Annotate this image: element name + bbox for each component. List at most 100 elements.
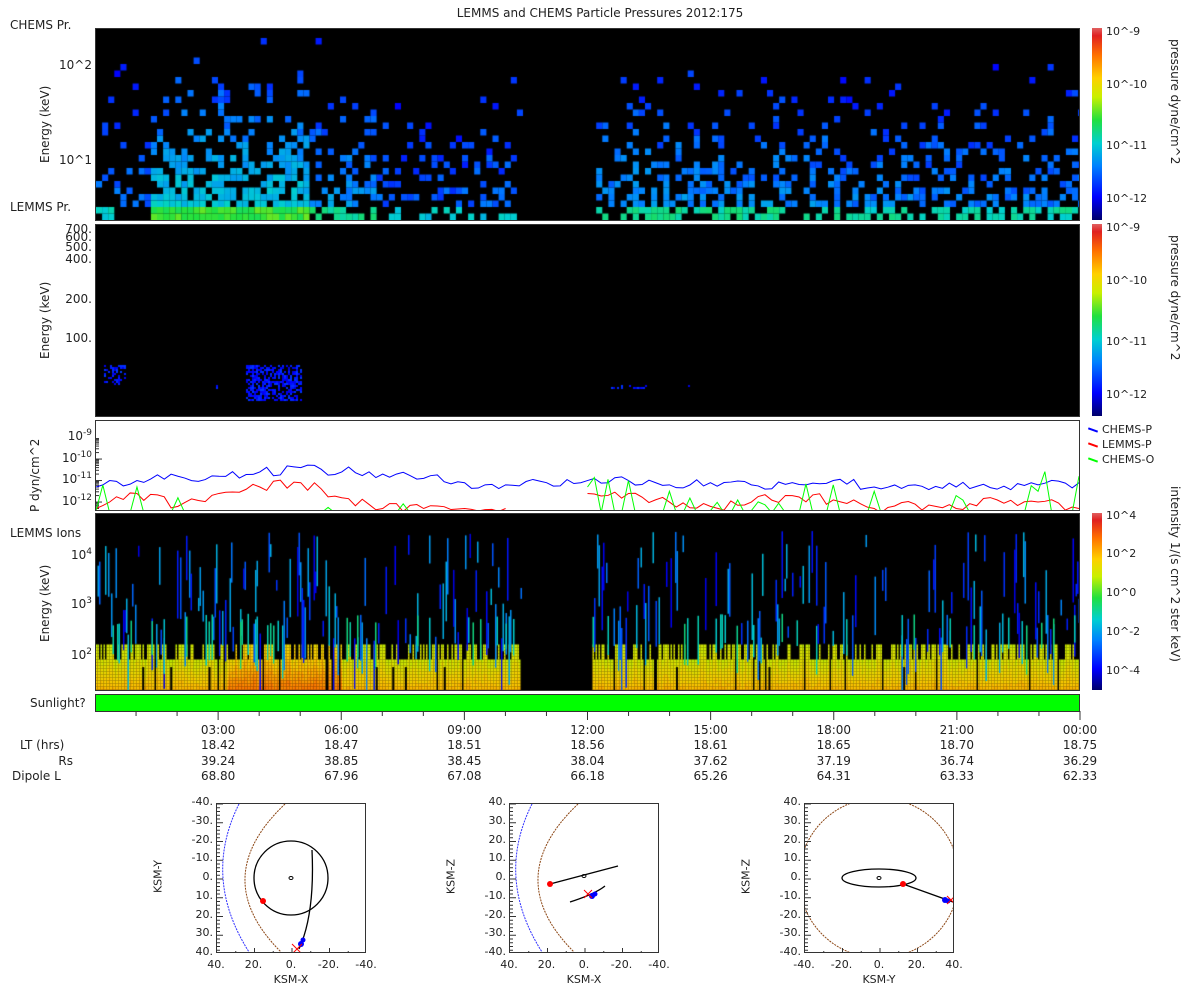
sunlight-bar	[95, 694, 1080, 712]
y-tick: 103	[70, 596, 92, 611]
row-value: 39.24	[200, 753, 236, 768]
orbit-x-label: KSM-X	[566, 973, 602, 986]
colorbar-tick: 10^-9	[1106, 221, 1141, 234]
x-tick-label: 12:00	[570, 723, 605, 737]
intensity-colorbar	[1092, 513, 1102, 690]
chems-pressure-spectrogram	[95, 28, 1080, 221]
orbit-y-tick: 0.	[202, 870, 214, 883]
orbit-x-tick: -40.	[355, 958, 377, 971]
series-line-lemms-p	[96, 479, 506, 510]
row-value: 18.42	[200, 738, 236, 752]
row-value: 38.85	[324, 753, 359, 768]
colorbar-label: pressure dyne/cm^2	[1168, 235, 1182, 361]
colorbar-tick: 10^-2	[1106, 625, 1141, 638]
orbit-y-tick: 40.	[783, 795, 802, 808]
orbit-y-label: KSM-Y	[151, 859, 165, 894]
series-line-chems-p	[96, 464, 1079, 491]
legend-label: CHEMS-O	[1102, 453, 1155, 466]
row-label: LT (hrs)	[20, 738, 65, 752]
row-value: 36.29	[1062, 753, 1098, 768]
row-value: 18.56	[570, 738, 605, 752]
series-line-chems-o	[587, 471, 1079, 510]
y-tick: 200.	[65, 292, 92, 306]
orbit-y-tick: 0.	[495, 870, 507, 883]
row-value: 18.51	[447, 738, 482, 752]
orbit-y-tick: -20.	[779, 907, 801, 921]
row-value: 38.45	[447, 753, 482, 768]
pressure-colorbar	[1092, 224, 1102, 416]
y-tick: 10^2	[59, 58, 92, 72]
row-value: 18.75	[1062, 738, 1098, 752]
orbit-plot	[216, 803, 366, 953]
legend: CHEMS-P LEMMS-P CHEMS-O	[1087, 422, 1155, 467]
orbit-y-tick: 40.	[488, 795, 507, 808]
x-tick-label: 21:00	[939, 723, 975, 737]
y-tick: 400.	[65, 252, 92, 266]
orbit-y-label: KSM-Z	[444, 858, 458, 895]
orbit-y-tick: -40.	[191, 795, 213, 808]
x-tick-label: 03:00	[200, 723, 236, 737]
legend-item: CHEMS-O	[1087, 452, 1155, 467]
legend-item: CHEMS-P	[1087, 422, 1154, 437]
chems-panel-label: CHEMS Pr.	[10, 18, 72, 32]
lemms-ions-spectrogram	[95, 513, 1080, 691]
row-value: 18.47	[324, 738, 359, 752]
legend-label: CHEMS-P	[1102, 423, 1152, 436]
pressure-line-plot	[95, 420, 1080, 511]
lemms-panel-label: LEMMS Pr.	[10, 200, 72, 214]
orbit-y-tick: -10.	[191, 851, 213, 865]
orbit-y-tick: -30.	[779, 926, 801, 940]
row-value: 18.61	[693, 738, 728, 752]
ions-panel-label: LEMMS Ions	[10, 526, 82, 540]
orbit-x-tick: -40.	[648, 958, 670, 971]
row-label: Rs	[58, 753, 73, 768]
y-axis-label: Energy (keV)	[38, 85, 52, 163]
lemms-pressure-spectrogram	[95, 224, 1080, 417]
colorbar-tick: 10^-9	[1106, 25, 1141, 38]
y-tick: 104	[70, 547, 92, 562]
colorbar-label: intensity 1/(s cm^2 ster keV)	[1168, 486, 1182, 662]
colorbar-tick: 10^-10	[1106, 78, 1148, 91]
orbit-y-tick: 10.	[783, 851, 802, 865]
row-value: 65.26	[693, 769, 728, 783]
y-tick: 102	[70, 647, 92, 662]
legend-line-icon	[1087, 426, 1099, 433]
row-value: 18.70	[939, 738, 975, 752]
orbit-y-tick: 10.	[488, 851, 507, 865]
row-value: 38.04	[570, 753, 605, 768]
y-tick: 10-10	[62, 450, 92, 465]
orbit-y-label: KSM-Z	[739, 858, 753, 895]
y-tick: 10-9	[67, 428, 92, 443]
x-tick-label: 18:00	[816, 723, 852, 737]
x-tick-label: 00:00	[1062, 723, 1098, 737]
orbit-y-tick: 20.	[195, 907, 214, 921]
legend-line-icon	[1087, 441, 1099, 448]
y-axis-label: P dyn/cm^2	[28, 438, 42, 512]
row-value: 63.33	[939, 769, 975, 783]
orbit-y-tick: -30.	[484, 926, 506, 940]
orbit-y-tick: 10.	[195, 888, 214, 902]
orbit-y-tick: -20.	[484, 907, 506, 921]
row-value: 66.18	[570, 769, 605, 783]
row-value: 67.96	[324, 769, 359, 783]
orbit-y-tick: -40.	[484, 945, 506, 958]
orbit-plot	[804, 803, 954, 953]
row-value: 18.65	[816, 738, 851, 752]
pressure-colorbar	[1092, 28, 1102, 220]
colorbar-tick: 10^-12	[1106, 192, 1148, 205]
row-value: 36.74	[939, 753, 975, 768]
row-value: 64.31	[816, 769, 851, 783]
row-value: 37.62	[693, 753, 728, 768]
legend-label: LEMMS-P	[1102, 438, 1152, 451]
colorbar-tick: 10^0	[1106, 586, 1137, 599]
series-line-lemms-p	[587, 491, 1079, 510]
row-value: 62.33	[1062, 769, 1098, 783]
y-axis-label: Energy (keV)	[38, 564, 52, 642]
colorbar-tick: 10^-12	[1106, 388, 1148, 401]
orbit-x-tick: 40.	[945, 958, 963, 971]
row-value: 67.08	[447, 769, 482, 783]
orbit-y-tick: -30.	[191, 813, 213, 827]
colorbar-tick: 10^-11	[1106, 335, 1148, 348]
colorbar-label: pressure dyne/cm^2	[1168, 39, 1182, 165]
orbit-y-tick: 30.	[195, 926, 214, 940]
